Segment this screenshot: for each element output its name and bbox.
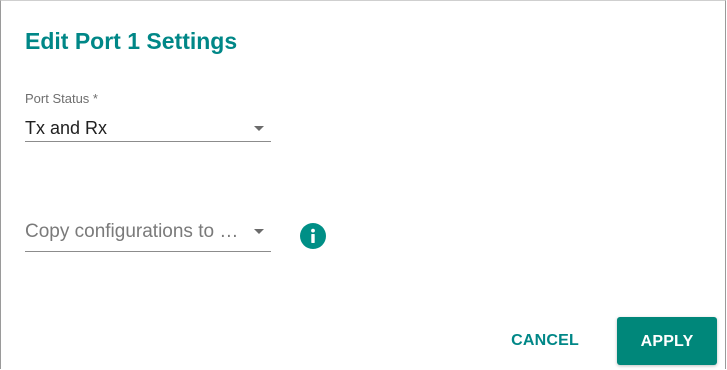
dialog-title: Edit Port 1 Settings xyxy=(25,28,238,54)
port-status-select[interactable]: Tx and Rx xyxy=(25,107,271,142)
port-status-value: Tx and Rx xyxy=(25,118,108,138)
caret-down-icon xyxy=(254,126,264,131)
port-status-label: Port Status * xyxy=(25,91,98,106)
edit-port-dialog: Edit Port 1 Settings Port Status * Tx an… xyxy=(0,0,726,369)
port-status-field: Port Status * Tx and Rx xyxy=(25,91,271,142)
caret-down-icon xyxy=(254,229,264,234)
copy-config-placeholder: Copy configurations to ports xyxy=(25,221,247,242)
copy-config-field: Copy configurations to ports xyxy=(25,213,271,252)
cancel-button[interactable]: CANCEL xyxy=(499,317,591,365)
apply-button[interactable]: APPLY xyxy=(617,317,717,365)
copy-config-select[interactable]: Copy configurations to ports xyxy=(25,213,271,252)
info-icon[interactable] xyxy=(300,223,326,249)
info-glyph xyxy=(311,228,315,243)
